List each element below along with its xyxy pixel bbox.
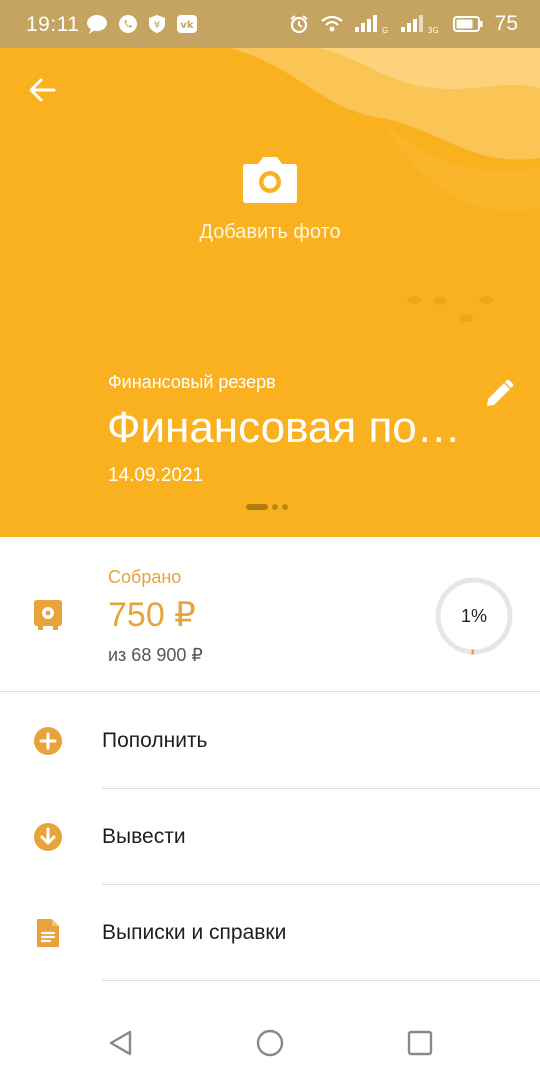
status-system-icons: G 3G 75 [289,12,518,36]
svg-text:G: G [382,26,388,34]
home-circle-icon[interactable] [255,1028,285,1058]
svg-text:vk: vk [180,20,194,31]
arrow-down-circle-icon [34,823,62,851]
recents-square-icon[interactable] [405,1028,435,1058]
safe-icon [34,600,62,630]
status-time: 19:11 [26,13,80,36]
bank-icon: ¥ [149,15,165,33]
pager-dot [282,504,288,510]
status-bar: 19:11 ¥ vk G 3G 75 [0,0,540,48]
action-label: Выписки и справки [102,921,287,944]
pager-dot-active [246,504,268,510]
camera-icon[interactable] [242,154,298,204]
status-notification-icons: ¥ vk [86,14,198,34]
vk-icon: vk [177,15,197,33]
goal-category: Финансовый резерв [108,372,276,392]
pager-dot [272,504,278,510]
collected-label: Собрано [108,567,182,587]
back-triangle-icon[interactable] [106,1028,136,1058]
progress-percent: 1% [460,606,487,626]
signal-3g-icon: 3G [400,15,438,34]
svg-text:¥: ¥ [154,20,160,31]
plus-circle-icon [34,727,62,755]
add-photo-button[interactable]: Добавить фото [0,221,540,244]
document-icon [37,919,59,947]
goal-date: 14.09.2021 [108,465,204,486]
wifi-icon [320,15,343,32]
pencil-edit-icon[interactable] [483,378,515,410]
message-icon [87,15,107,34]
action-statements[interactable]: Выписки и справки [0,885,540,981]
back-arrow-icon[interactable] [24,72,60,108]
battery-level: 75 [494,12,518,35]
cover-background-waves [230,48,540,322]
goal-title: Финансовая по… [107,403,461,452]
divider [0,691,540,692]
system-navigation-bar [0,1000,540,1080]
action-top-up[interactable]: Пополнить [0,693,540,789]
action-withdraw[interactable]: Вывести [0,789,540,885]
goal-cover: Добавить фото Финансовый резерв Финансов… [0,48,540,537]
goal-total: из 68 900 ₽ [108,645,203,665]
svg-text:3G: 3G [427,26,438,34]
collected-amount: 750 ₽ [108,596,196,634]
whatsapp-icon [119,15,137,33]
battery-icon [452,16,483,32]
action-label: Вывести [102,825,186,848]
action-label: Пополнить [102,729,208,752]
alarm-icon [290,15,308,34]
divider [102,980,540,981]
cover-pager [246,504,288,510]
signal-icon: G [354,15,388,34]
